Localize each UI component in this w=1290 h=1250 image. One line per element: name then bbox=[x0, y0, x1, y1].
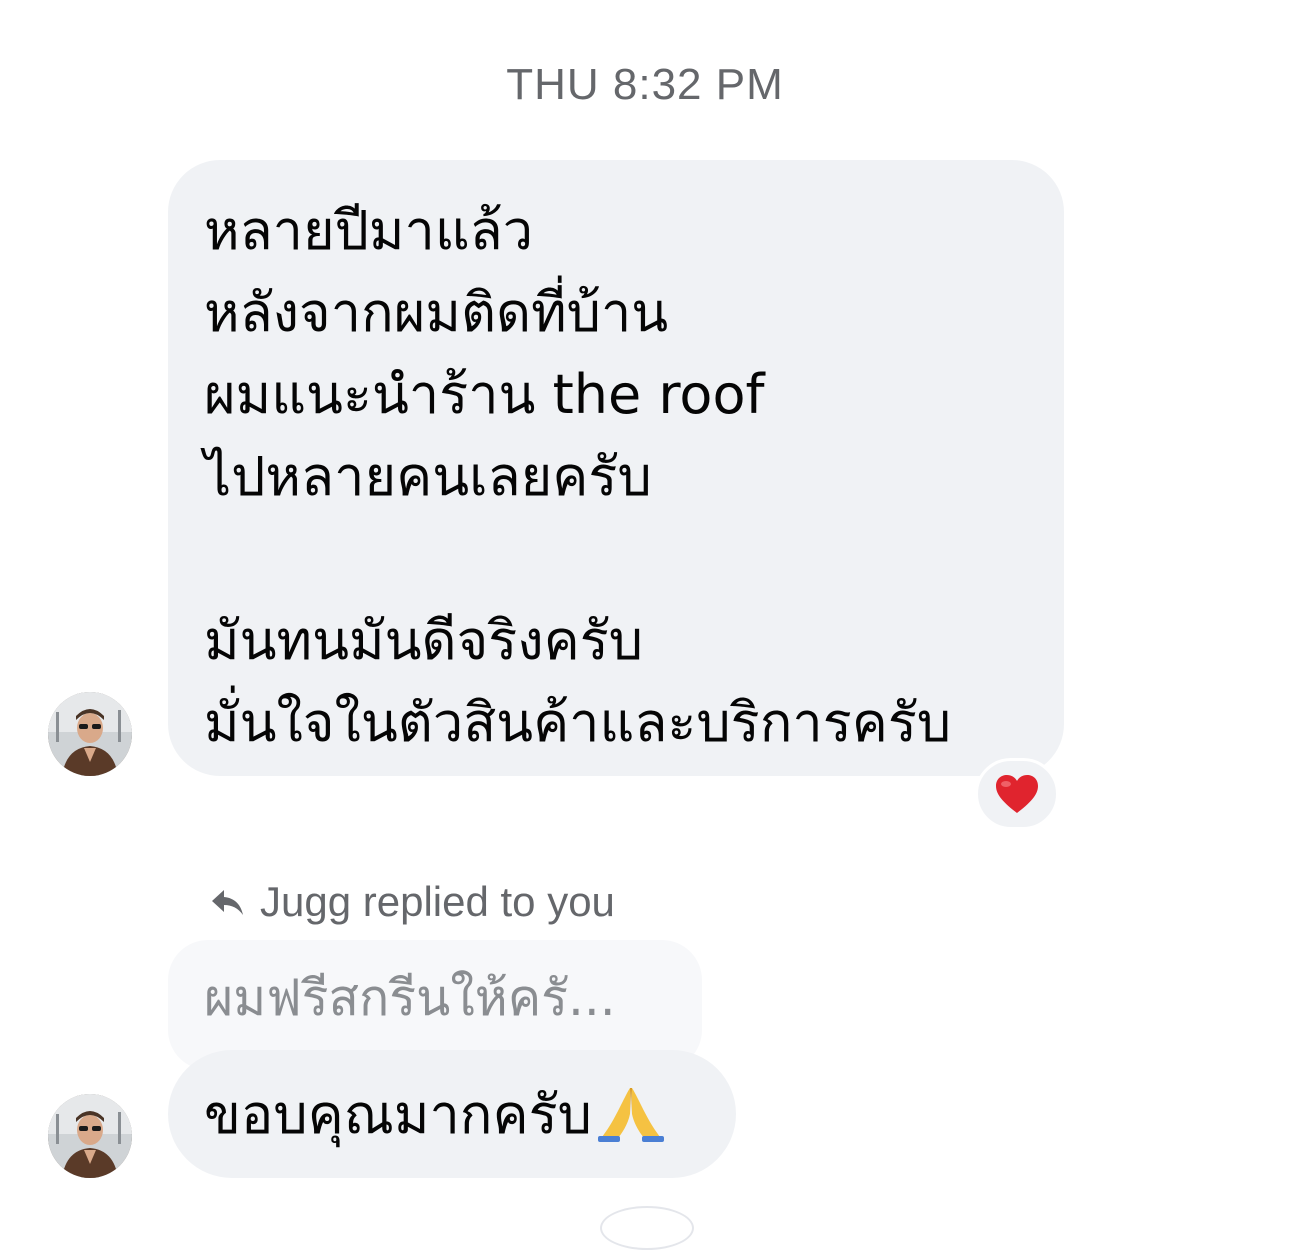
message-line: มั่นใจในตัวสินค้าและบริการครับ bbox=[204, 691, 952, 754]
reply-arrow-icon bbox=[212, 890, 243, 915]
avatar-photo-icon bbox=[48, 1094, 132, 1178]
avatar-photo-icon bbox=[48, 692, 132, 776]
message-line: มันทนมันดีจริงครับ bbox=[204, 609, 644, 672]
message-line: ไปหลายคนเลยครับ bbox=[204, 445, 652, 508]
message-line: หลังจากผมติดที่บ้าน bbox=[204, 281, 669, 344]
message-line: หลายปีมาแล้ว bbox=[204, 199, 534, 262]
message-timestamp: THU 8:32 PM bbox=[506, 60, 784, 109]
sender-avatar[interactable] bbox=[48, 692, 132, 776]
folded-hands-icon bbox=[597, 1088, 664, 1142]
message-bubble[interactable]: หลายปีมาแล้ว หลังจากผมติดที่บ้าน ผมแนะนำ… bbox=[168, 160, 1064, 776]
reply-message-text: ขอบคุณมากครับ bbox=[204, 1083, 592, 1146]
heart-icon bbox=[996, 775, 1038, 813]
reply-message-bubble[interactable]: ขอบคุณมากครับ bbox=[168, 1050, 736, 1178]
reply-indicator: Jugg replied to you bbox=[210, 872, 615, 932]
next-element-edge bbox=[600, 1206, 694, 1250]
reply-label-text: Jugg replied to you bbox=[260, 878, 615, 925]
sender-avatar[interactable] bbox=[48, 1094, 132, 1178]
message-line bbox=[204, 518, 1028, 600]
message-reaction[interactable] bbox=[975, 758, 1059, 830]
message-line: ผมแนะนำร้าน the roof bbox=[204, 363, 765, 426]
